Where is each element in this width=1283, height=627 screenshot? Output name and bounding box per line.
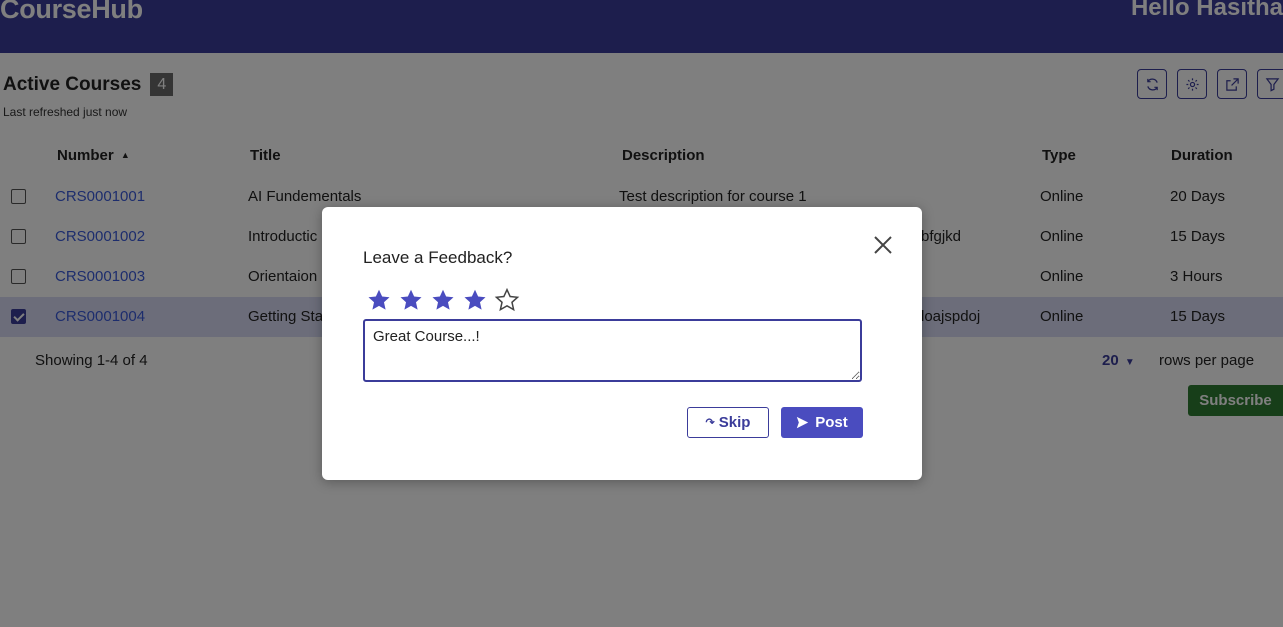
star-filled-icon[interactable] [462,287,488,313]
close-icon[interactable] [871,233,895,257]
feedback-textarea[interactable]: Great Course...! [363,319,862,382]
skip-icon: ↷ [705,417,715,429]
skip-button[interactable]: ↷ Skip [687,407,769,438]
post-label: Post [815,414,848,431]
star-empty-icon[interactable] [494,287,520,313]
star-filled-icon[interactable] [366,287,392,313]
feedback-modal: Leave a Feedback? Great Course...! ↷ Ski… [322,207,922,480]
post-button[interactable]: Post [781,407,863,438]
skip-label: Skip [718,414,751,431]
star-rating [366,287,520,313]
send-icon [797,416,809,429]
star-filled-icon[interactable] [430,287,456,313]
modal-title: Leave a Feedback? [363,248,513,267]
star-filled-icon[interactable] [398,287,424,313]
